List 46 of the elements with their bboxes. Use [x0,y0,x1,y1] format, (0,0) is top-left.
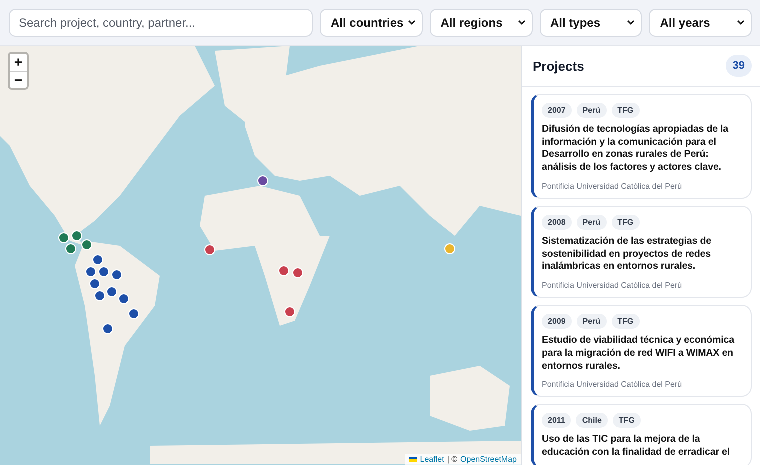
project-card[interactable]: 2008 Perú TFG Sistematización de las estrategias de sostenibilidad en proyectos de redes inalámbricas en entornos rurales. Pontificia Universidad Católica del Perú [531,206,752,298]
filter-select[interactable]: All years [649,8,752,36]
partner-name: Pontificia Universidad Católica del Perú [542,182,684,191]
country-tag: Perú [576,103,607,118]
partner-name: Pontificia Universidad Católica del Perú [542,281,684,290]
project-card[interactable]: 2011 Chile TFG Uso de las TIC para la mejora de la educación con la finalidad de erradicar el [531,404,752,465]
map-marker[interactable] [66,244,76,254]
year-tag: 2007 [542,103,572,118]
leaflet-link[interactable]: Leaflet [420,455,444,464]
country-tag: Perú [576,214,607,230]
type-tag: TFG [612,103,640,118]
project-count: 39 [726,55,752,77]
zoom-in-button[interactable]: + [10,54,27,71]
year-tag: 2008 [542,214,572,230]
project-card[interactable]: 2009 Perú TFG Estudio de viabilidad técnica y económica para la migración de red WIFI a WIMAX en entornos rurales. Pontificia Universidad Católica del Perú [531,305,752,398]
attribution-separator: | © [447,455,458,464]
year-tag: 2009 [542,314,572,330]
project-card[interactable] [531,94,752,199]
zoom-out-button[interactable]: − [10,71,27,88]
chevron-icon [737,20,745,26]
map-marker[interactable] [58,232,70,244]
filter-select[interactable]: All countries [320,8,423,36]
map-marker[interactable] [82,240,92,250]
project-title: Sistematización de las estrategias de sostenibilidad en proyectos de redes inalámbricas en entornos rurales. [542,236,712,274]
project-title: Difusión de tecnologías apropiadas de la información y la comunicación para el Desarrollo en zonas rurales de Perú: análisis de los factores y actores clave. [542,124,730,175]
flag-icon [409,457,418,462]
chevron-icon [627,20,636,26]
project-title: Estudio de viabilidad técnica y económica para la migración de red WIFI a WIMAX en entornos rurales. [542,335,736,374]
type-tag: TFG [612,413,641,428]
year-tag: 2011 [542,413,572,428]
search-field[interactable]: Search project, country, partner... [9,8,313,36]
map-marker[interactable] [444,244,456,254]
country-tag: Chile [576,413,608,428]
openstreetmap-link[interactable]: OpenStreetMap [460,455,517,464]
panel-title: Projects [533,58,584,74]
project-title: Uso de las TIC para la mejora de la educación con la finalidad de erradicar el [542,434,731,460]
map-marker[interactable] [204,244,216,256]
filter-select[interactable]: All types [540,8,642,36]
chevron-icon [518,20,526,26]
country-tag: Perú [576,314,607,330]
map-marker[interactable] [258,176,268,186]
type-tag: TFG [612,214,640,230]
filter-select[interactable]: All regions [430,8,532,36]
chevron-icon [408,20,416,26]
type-tag: TFG [612,314,640,330]
partner-name: Pontificia Universidad Católica del Perú [542,380,684,390]
